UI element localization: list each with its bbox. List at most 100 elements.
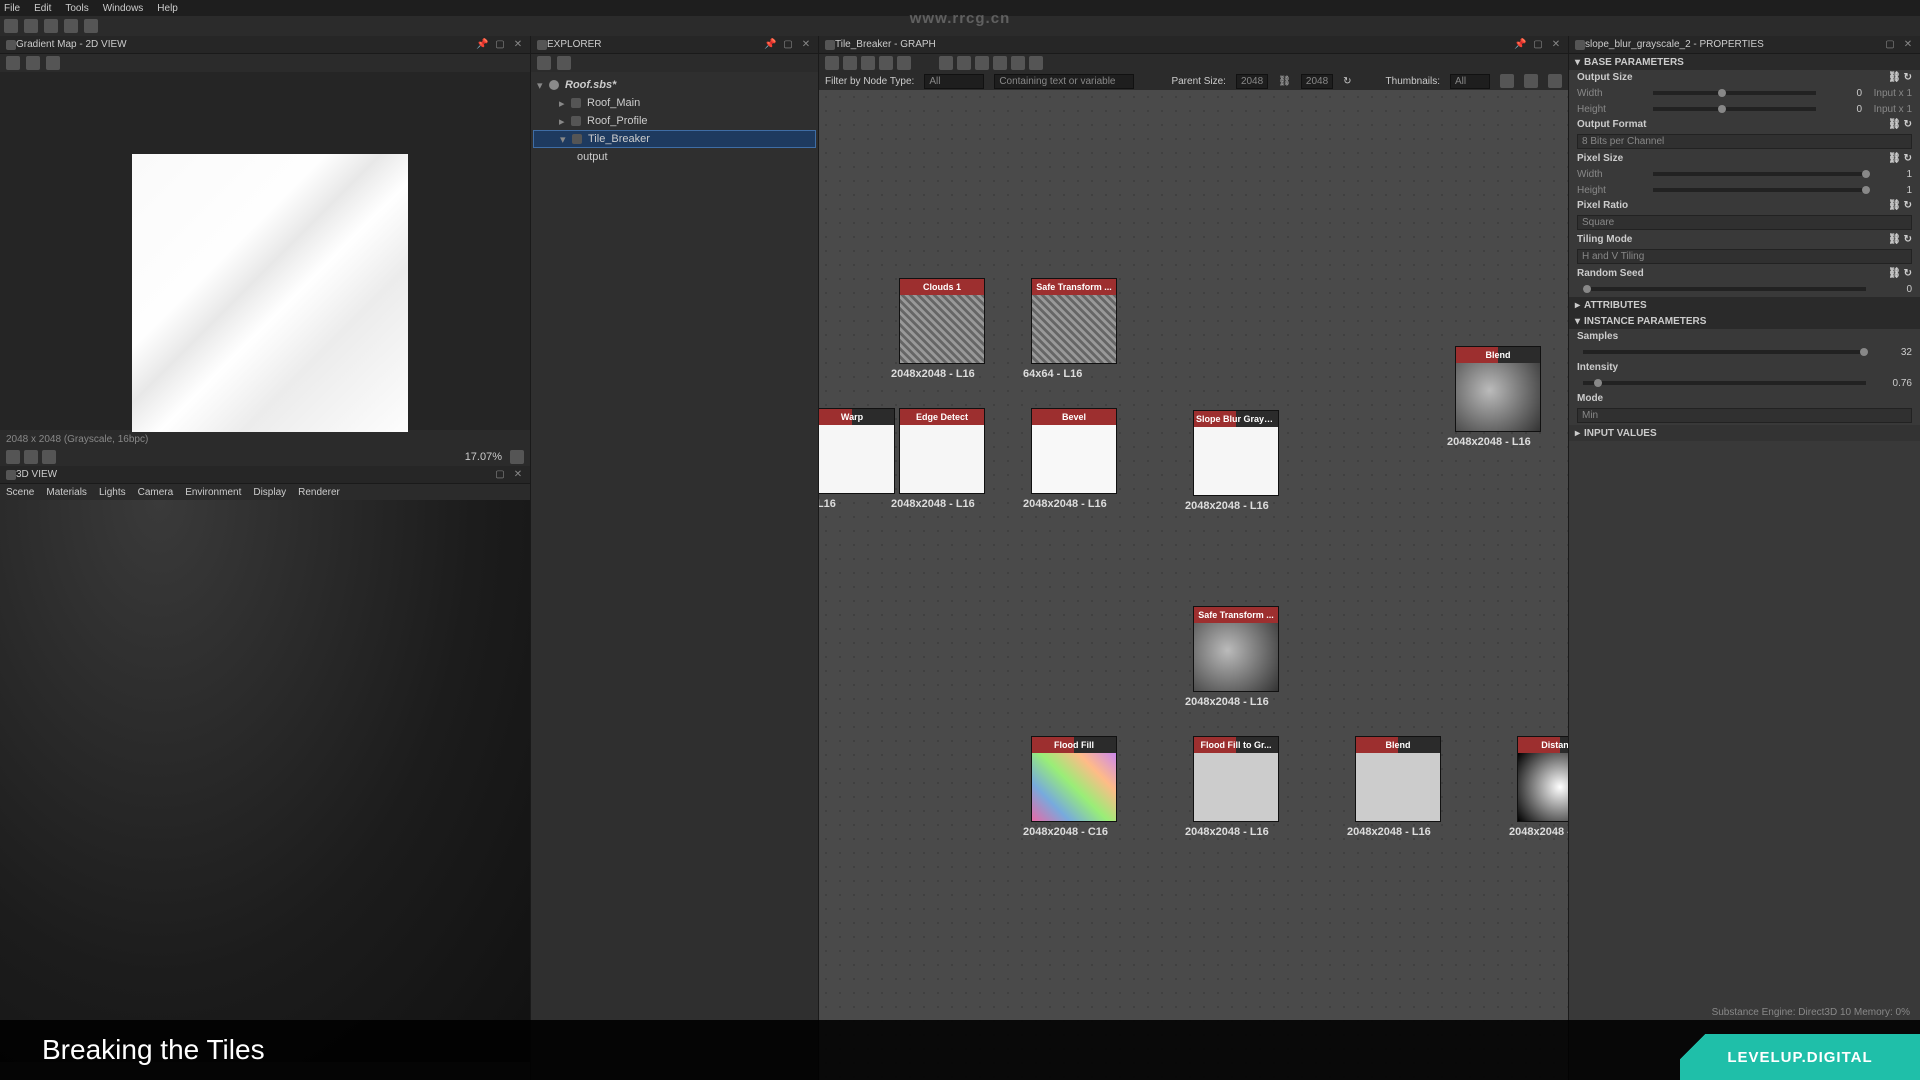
mode-select[interactable]: Min — [1577, 408, 1912, 423]
chevron-down-icon[interactable]: ▾ — [560, 133, 572, 146]
undo-icon[interactable] — [64, 19, 78, 33]
graph-node[interactable]: Slope Blur Grays... — [1193, 410, 1279, 496]
grid-icon[interactable] — [26, 56, 40, 70]
graph-node[interactable]: Blend — [1355, 736, 1441, 822]
graph-node[interactable]: Warp — [819, 408, 895, 494]
tb-icon[interactable] — [825, 56, 839, 70]
section-input-values[interactable]: ▸INPUT VALUES — [1569, 425, 1920, 441]
close-icon[interactable]: ✕ — [1902, 39, 1914, 51]
graph-node[interactable]: Edge Detect — [899, 408, 985, 494]
pixel-w-slider[interactable] — [1653, 172, 1866, 176]
graph-node[interactable]: Distance — [1517, 736, 1568, 822]
thumbnails-select[interactable]: All — [1450, 74, 1490, 89]
prop-value[interactable]: 0 — [1822, 88, 1862, 99]
link-icon[interactable]: ⛓ ↻ — [1888, 234, 1912, 245]
tb-icon[interactable] — [1011, 56, 1025, 70]
close-icon[interactable]: ✕ — [800, 39, 812, 51]
random-slider[interactable] — [1583, 287, 1866, 291]
link-icon[interactable]: ⛓ — [1278, 76, 1291, 87]
tb-icon[interactable] — [879, 56, 893, 70]
prop-value[interactable]: 1 — [1872, 169, 1912, 180]
section-instance-params[interactable]: ▾INSTANCE PARAMETERS — [1569, 313, 1920, 329]
tb-icon[interactable] — [861, 56, 875, 70]
tb-icon[interactable] — [1029, 56, 1043, 70]
tb-icon[interactable] — [957, 56, 971, 70]
link-icon[interactable]: ⛓ ↻ — [1888, 268, 1912, 279]
tb-icon[interactable] — [975, 56, 989, 70]
intensity-slider[interactable] — [1583, 381, 1866, 385]
save-icon[interactable] — [44, 19, 58, 33]
width-slider[interactable] — [1653, 91, 1816, 95]
tb-icon[interactable] — [993, 56, 1007, 70]
save-icon[interactable] — [537, 56, 551, 70]
close-icon[interactable]: ✕ — [1550, 39, 1562, 51]
save-view-icon[interactable] — [6, 56, 20, 70]
menu-edit[interactable]: Edit — [34, 3, 51, 14]
tb-icon[interactable] — [939, 56, 953, 70]
graph-node[interactable]: Flood Fill to Gr... — [1193, 736, 1279, 822]
tree-item-roof-profile[interactable]: ▸ Roof_Profile — [533, 112, 816, 130]
tree-item-tile-breaker[interactable]: ▾ Tile_Breaker — [533, 130, 816, 148]
pixel-ratio-select[interactable]: Square — [1577, 215, 1912, 230]
maximize-icon[interactable]: ▢ — [1532, 39, 1544, 51]
close-icon[interactable]: ✕ — [512, 469, 524, 481]
filter-type-select[interactable]: All — [924, 74, 984, 89]
graph-node[interactable]: Bevel — [1031, 408, 1117, 494]
menu-windows[interactable]: Windows — [103, 3, 144, 14]
tb-icon[interactable] — [843, 56, 857, 70]
link-icon[interactable]: ⛓ ↻ — [1888, 200, 1912, 211]
chevron-right-icon[interactable]: ▸ — [559, 97, 571, 110]
maximize-icon[interactable]: ▢ — [782, 39, 794, 51]
prop-value[interactable]: 32 — [1872, 347, 1912, 358]
tb-icon[interactable] — [1500, 74, 1514, 88]
info-icon[interactable] — [46, 56, 60, 70]
menu-camera[interactable]: Camera — [138, 487, 174, 498]
pixel-h-slider[interactable] — [1653, 188, 1866, 192]
parent-width-select[interactable]: 2048 — [1236, 74, 1268, 89]
maximize-icon[interactable]: ▢ — [1884, 39, 1896, 51]
prop-value[interactable]: 0 — [1872, 284, 1912, 295]
section-base-params[interactable]: ▾BASE PARAMETERS — [1569, 54, 1920, 70]
tree-item-roof-main[interactable]: ▸ Roof_Main — [533, 94, 816, 112]
maximize-icon[interactable]: ▢ — [494, 39, 506, 51]
link-icon[interactable]: ⛓ ↻ — [1888, 119, 1912, 130]
channel-icon[interactable] — [42, 450, 56, 464]
prop-value[interactable]: 0 — [1822, 104, 1862, 115]
reset-icon[interactable]: ↻ — [1343, 76, 1351, 87]
lock-icon[interactable] — [510, 450, 524, 464]
channel-icon[interactable] — [6, 450, 20, 464]
section-attributes[interactable]: ▸ATTRIBUTES — [1569, 297, 1920, 313]
link-icon[interactable]: ⛓ ↻ — [1888, 72, 1912, 83]
chevron-down-icon[interactable]: ▾ — [537, 79, 549, 92]
height-slider[interactable] — [1653, 107, 1816, 111]
menu-renderer[interactable]: Renderer — [298, 487, 340, 498]
samples-slider[interactable] — [1583, 350, 1866, 354]
output-format-select[interactable]: 8 Bits per Channel — [1577, 134, 1912, 149]
graph-node[interactable]: Safe Transform ... — [1031, 278, 1117, 364]
pin-icon[interactable]: 📌 — [764, 39, 776, 51]
preview-2d-canvas[interactable] — [0, 72, 530, 430]
menu-display[interactable]: Display — [253, 487, 286, 498]
menu-scene[interactable]: Scene — [6, 487, 34, 498]
refresh-icon[interactable] — [557, 56, 571, 70]
home-icon[interactable] — [4, 19, 18, 33]
graph-node[interactable]: Clouds 1 — [899, 278, 985, 364]
tiling-select[interactable]: H and V Tiling — [1577, 249, 1912, 264]
open-icon[interactable] — [24, 19, 38, 33]
graph-node[interactable]: Flood Fill — [1031, 736, 1117, 822]
pin-icon[interactable]: 📌 — [476, 39, 488, 51]
tb-icon[interactable] — [1548, 74, 1562, 88]
prop-value[interactable]: 1 — [1872, 185, 1912, 196]
tb-icon[interactable] — [1524, 74, 1538, 88]
node-graph-canvas[interactable]: Clouds 12048x2048 - L16Safe Transform ..… — [819, 90, 1568, 1080]
menu-tools[interactable]: Tools — [65, 3, 88, 14]
graph-node[interactable]: Blend — [1455, 346, 1541, 432]
parent-height-select[interactable]: 2048 — [1301, 74, 1333, 89]
menu-environment[interactable]: Environment — [185, 487, 241, 498]
channel-icon[interactable] — [24, 450, 38, 464]
graph-node[interactable]: Safe Transform ... — [1193, 606, 1279, 692]
tree-root[interactable]: ▾ Roof.sbs* — [533, 76, 816, 94]
pin-icon[interactable]: 📌 — [1514, 39, 1526, 51]
menu-materials[interactable]: Materials — [46, 487, 87, 498]
filter-text-input[interactable]: Containing text or variable — [994, 74, 1134, 89]
